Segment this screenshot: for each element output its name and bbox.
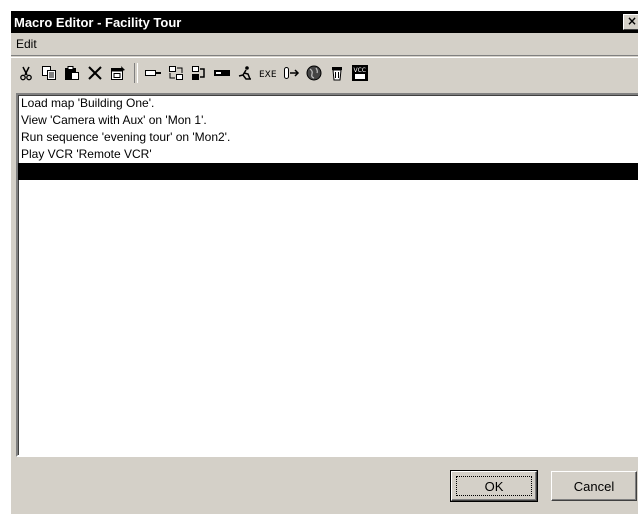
copy-button[interactable]	[38, 62, 60, 84]
focus-rect	[456, 476, 532, 496]
paste-button[interactable]	[61, 62, 83, 84]
link-icon	[145, 69, 161, 76]
output-button[interactable]	[280, 62, 302, 84]
sequence-icon	[192, 65, 205, 80]
toolbar-separator	[134, 62, 138, 83]
cancel-button[interactable]: Cancel	[551, 471, 637, 501]
link-button[interactable]	[142, 62, 164, 84]
switch-camera-button[interactable]	[165, 62, 187, 84]
trash-icon	[332, 66, 342, 80]
list-item[interactable]: View 'Camera with Aux' on 'Mon 1'.	[18, 112, 638, 129]
paste-icon	[65, 65, 79, 80]
list-item[interactable]: Load map 'Building One'.	[18, 95, 638, 112]
properties-button[interactable]	[107, 62, 129, 84]
macro-editor-window: Macro Editor - Facility Tour × Edit EXE …	[10, 10, 638, 514]
title-bar[interactable]: Macro Editor - Facility Tour ×	[11, 11, 638, 33]
output-icon	[284, 66, 300, 79]
list-item-selected[interactable]	[18, 163, 638, 180]
list-item[interactable]: Run sequence 'evening tour' on 'Mon2'.	[18, 129, 638, 146]
menu-edit[interactable]: Edit	[11, 37, 42, 51]
ok-button[interactable]: OK	[450, 470, 538, 502]
exe-icon: EXE	[259, 70, 277, 80]
menu-bar: Edit	[11, 33, 638, 56]
delete-button[interactable]	[84, 62, 106, 84]
toolbar: EXE VCC	[11, 57, 638, 87]
vcc-icon: VCC	[352, 64, 368, 81]
exe-button[interactable]: EXE	[257, 62, 279, 84]
dialog-buttons: OK Cancel	[11, 470, 638, 505]
trash-button[interactable]	[326, 62, 348, 84]
properties-icon	[111, 65, 125, 80]
switch-camera-icon	[169, 65, 183, 80]
delete-icon	[88, 65, 102, 80]
cut-button[interactable]	[15, 62, 37, 84]
run-icon	[238, 65, 251, 80]
vcr-icon	[214, 69, 230, 76]
globe-button[interactable]	[303, 62, 325, 84]
list-item[interactable]: Play VCR 'Remote VCR'	[18, 146, 638, 163]
close-button[interactable]: ×	[623, 14, 638, 30]
vcc-button[interactable]: VCC	[349, 62, 371, 84]
exe-icon-label: EXE	[259, 70, 277, 80]
globe-icon	[306, 65, 322, 80]
cut-icon	[20, 66, 32, 80]
vcc-icon-label: VCC	[354, 67, 366, 74]
run-button[interactable]	[234, 62, 256, 84]
vcr-button[interactable]	[211, 62, 233, 84]
macro-command-list[interactable]: Load map 'Building One'. View 'Camera wi…	[16, 93, 638, 457]
copy-icon	[42, 65, 56, 80]
window-title: Macro Editor - Facility Tour	[14, 14, 182, 30]
cancel-button-label: Cancel	[573, 478, 615, 494]
sequence-button[interactable]	[188, 62, 210, 84]
